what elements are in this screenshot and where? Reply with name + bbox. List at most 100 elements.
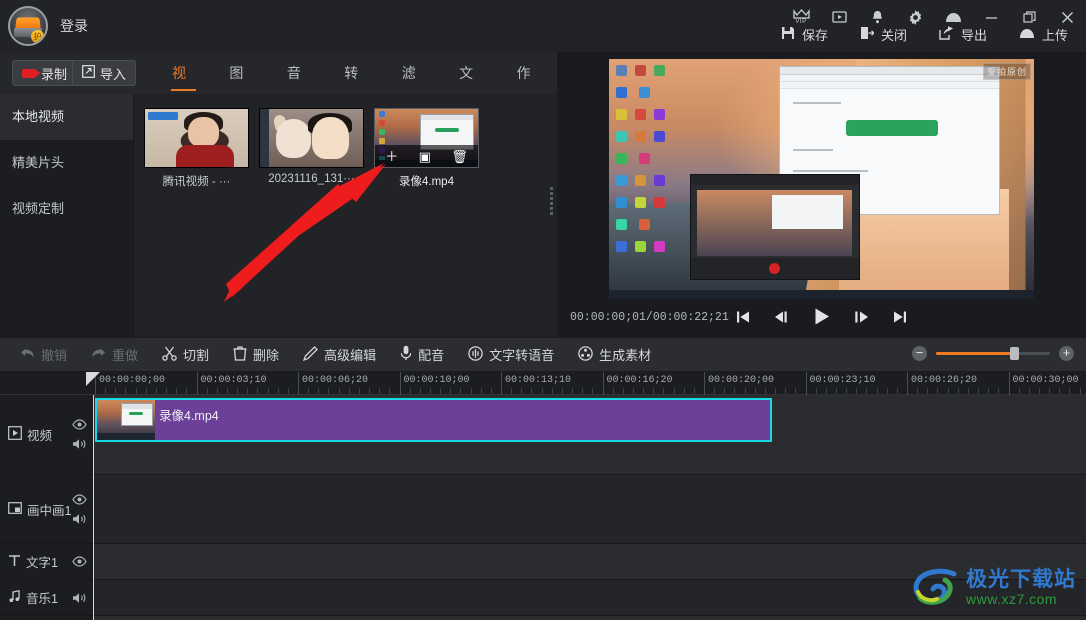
category-intro-templates[interactable]: 精美片头 <box>0 140 133 186</box>
speaker-icon[interactable] <box>72 438 87 450</box>
tab-filter[interactable]: 滤镜 <box>385 52 442 123</box>
ruler-minor-tick <box>622 388 624 394</box>
generate-material-label: 生成素材 <box>599 348 652 363</box>
ruler-minor-tick <box>308 388 310 394</box>
zoom-out-button[interactable]: − <box>912 346 927 361</box>
avatar-band <box>15 17 41 29</box>
track-label: 视频 <box>27 429 53 443</box>
ruler-minor-tick <box>967 388 969 394</box>
ruler-minor-tick <box>886 388 888 394</box>
eye-icon[interactable] <box>72 556 87 567</box>
ruler-major-tick <box>805 372 807 395</box>
ruler-minor-tick <box>815 388 817 394</box>
upload-button[interactable]: 上传 <box>1015 22 1072 47</box>
delete-button[interactable]: 删除 <box>225 341 287 368</box>
ruler-minor-tick <box>1038 388 1040 394</box>
export-button[interactable]: 导出 <box>935 22 991 47</box>
cut-button[interactable]: 切割 <box>154 341 217 368</box>
ruler-major-tick <box>399 372 401 395</box>
ruler-minor-tick <box>714 388 716 394</box>
tab-transition[interactable]: 转场 <box>327 52 384 123</box>
ruler-minor-tick <box>277 388 279 394</box>
tab-works[interactable]: 作品 <box>500 52 557 123</box>
ruler-minor-tick <box>998 388 1000 394</box>
track-header-video[interactable]: 视频 <box>0 395 93 475</box>
close-project-button[interactable]: 关闭 <box>856 22 911 47</box>
speaker-icon[interactable] <box>72 592 87 604</box>
import-button[interactable]: 导入 <box>72 60 137 86</box>
jump-to-start-button[interactable] <box>735 309 751 325</box>
media-item[interactable]: 20231116_131··· <box>259 108 364 189</box>
ruler-minor-tick <box>988 388 990 394</box>
zoom-slider-fill <box>936 352 1014 355</box>
export-icon <box>939 26 954 43</box>
delete-icon[interactable]: 🗑 <box>451 150 468 163</box>
redo-button[interactable]: 重做 <box>83 341 146 368</box>
ruler-minor-tick <box>653 388 655 394</box>
lane-extra[interactable] <box>93 616 1086 620</box>
jump-to-end-button[interactable] <box>892 309 908 325</box>
eye-icon[interactable] <box>72 493 87 505</box>
track-header-text[interactable]: 文字1 <box>0 544 93 580</box>
ruler-label: 00:00:06;20 <box>302 375 369 386</box>
ruler-minor-tick <box>206 388 208 394</box>
timeline-zoom-control: − + <box>912 346 1074 361</box>
next-frame-button[interactable] <box>853 309 870 325</box>
track-header-music[interactable]: 音乐1 <box>0 580 93 616</box>
track-header-pip[interactable]: 画中画1 <box>0 475 93 544</box>
text-to-speech-button[interactable]: 文字转语音 <box>460 341 562 368</box>
timeline-clip[interactable]: 录像4.mp4 <box>95 398 772 442</box>
picture-in-picture-icon[interactable]: ▣ <box>419 150 431 163</box>
media-item-selected[interactable]: ＋ ▣ 🗑 录像4.mp4 <box>374 108 479 189</box>
play-button[interactable] <box>812 307 831 326</box>
ruler-label: 00:00:16;20 <box>606 375 673 386</box>
media-library-panel: 本地视频 精美片头 视频定制 腾讯视频 - ··· 20231116_131··… <box>0 94 557 337</box>
ruler-minor-tick <box>328 388 330 394</box>
record-button[interactable]: 录制 <box>12 60 78 86</box>
lane-video[interactable]: 录像4.mp4 <box>93 395 1086 475</box>
ruler-minor-tick <box>419 388 421 394</box>
tab-music[interactable]: 音乐 <box>270 52 327 123</box>
media-thumbnail[interactable] <box>144 108 249 168</box>
media-thumbnail[interactable] <box>259 108 364 168</box>
undo-button[interactable]: 撤销 <box>12 341 75 368</box>
zoom-slider[interactable] <box>936 347 1050 360</box>
export-label: 导出 <box>960 28 987 43</box>
redo-icon <box>91 347 106 363</box>
previous-frame-button[interactable] <box>773 309 790 325</box>
category-local-video[interactable]: 本地视频 <box>0 94 133 140</box>
timeline-ruler[interactable]: 00:00:00;00 00:00:03;10 00:00:06;20 00:00:1… <box>0 372 1086 395</box>
tab-video[interactable]: 视频 <box>155 52 212 123</box>
eye-icon[interactable] <box>72 419 87 430</box>
panel-resize-handle[interactable] <box>546 185 556 217</box>
speaker-icon[interactable] <box>72 513 87 525</box>
ruler-minor-tick <box>1079 388 1081 394</box>
playhead[interactable] <box>86 372 100 620</box>
add-to-timeline-icon[interactable]: ＋ <box>385 150 398 163</box>
ruler-major-tick <box>907 372 908 395</box>
preview-panel: 爱拍原创 00:00:00;01/00:00:22;21 <box>557 52 1086 337</box>
zoom-in-button[interactable]: + <box>1059 346 1074 361</box>
track-header-extra[interactable] <box>0 616 93 620</box>
ruler-minor-tick <box>795 388 797 394</box>
avatar[interactable]: 护 <box>8 6 48 46</box>
media-thumbnail[interactable]: ＋ ▣ 🗑 <box>374 108 479 168</box>
category-video-custom[interactable]: 视频定制 <box>0 186 133 232</box>
tab-image[interactable]: 图片 <box>212 52 269 123</box>
zoom-slider-handle[interactable] <box>1009 347 1019 360</box>
tab-text[interactable]: 文字 <box>442 52 499 123</box>
advanced-edit-button[interactable]: 高级编辑 <box>295 341 384 368</box>
login-label[interactable]: 登录 <box>60 16 88 36</box>
ruler-minor-tick <box>166 388 168 394</box>
preview-control-bar: 00:00:00;01/00:00:22;21 <box>557 301 1086 337</box>
ruler-minor-tick <box>115 388 117 394</box>
save-button[interactable]: 保存 <box>777 22 832 47</box>
media-item[interactable]: 腾讯视频 - ··· <box>144 108 249 189</box>
generate-material-button[interactable]: 生成素材 <box>570 341 659 368</box>
track-label: 文字1 <box>26 556 58 570</box>
lane-pip[interactable] <box>93 475 1086 544</box>
close-project-label: 关闭 <box>880 28 907 43</box>
ruler-minor-tick <box>409 388 411 394</box>
dubbing-button[interactable]: 配音 <box>392 341 452 368</box>
preview-stage[interactable]: 爱拍原创 <box>609 59 1034 299</box>
